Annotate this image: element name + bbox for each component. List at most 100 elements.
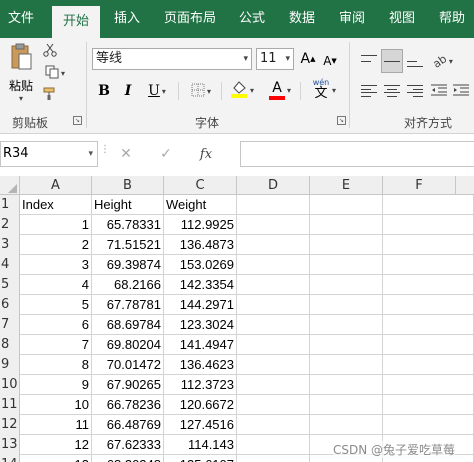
cell-a9[interactable]: 8	[20, 355, 92, 375]
cell-b13[interactable]: 67.62333	[92, 435, 164, 455]
cell-b11[interactable]: 66.78236	[92, 395, 164, 415]
cell-d6[interactable]	[237, 295, 310, 315]
enter-icon[interactable]: ✓	[146, 146, 186, 162]
cell-c6[interactable]: 144.2971	[164, 295, 237, 315]
name-box[interactable]: R34 ▾	[0, 141, 98, 167]
align-top-button[interactable]	[358, 50, 380, 72]
decrease-font-size-button[interactable]: A ▼	[320, 50, 340, 72]
font-color-button[interactable]: A ▾	[263, 78, 297, 102]
cell-b2[interactable]: 65.78331	[92, 215, 164, 235]
cell-a12[interactable]: 11	[20, 415, 92, 435]
cell-a14[interactable]: 13	[20, 455, 92, 462]
cell-e6[interactable]	[310, 295, 383, 315]
cell-a3[interactable]: 2	[20, 235, 92, 255]
clipboard-launcher-icon[interactable]: ↘	[73, 116, 82, 125]
cell-e4[interactable]	[310, 255, 383, 275]
cancel-icon[interactable]: ✕	[106, 146, 146, 162]
cell-d1[interactable]	[237, 195, 310, 215]
row-header[interactable]: 13	[0, 435, 20, 455]
cell-f2[interactable]	[383, 215, 474, 235]
cell-f6[interactable]	[383, 295, 474, 315]
cell-c7[interactable]: 123.3024	[164, 315, 237, 335]
insert-function-button[interactable]: fx	[186, 147, 226, 162]
cell-b12[interactable]: 66.48769	[92, 415, 164, 435]
cell-e11[interactable]	[310, 395, 383, 415]
cell-a8[interactable]: 7	[20, 335, 92, 355]
cell-c5[interactable]: 142.3354	[164, 275, 237, 295]
cell-d13[interactable]	[237, 435, 310, 455]
cell-a5[interactable]: 4	[20, 275, 92, 295]
cell-f9[interactable]	[383, 355, 474, 375]
tab-home[interactable]: 开始	[52, 6, 100, 38]
tab-data[interactable]: 数据	[281, 0, 323, 38]
italic-button[interactable]: I	[118, 80, 138, 102]
cell-b9[interactable]: 70.01472	[92, 355, 164, 375]
row-header[interactable]: 8	[0, 335, 20, 355]
cell-e2[interactable]	[310, 215, 383, 235]
cell-a1[interactable]: Index	[20, 195, 92, 215]
row-header[interactable]: 5	[0, 275, 20, 295]
cell-c8[interactable]: 141.4947	[164, 335, 237, 355]
cell-e5[interactable]	[310, 275, 383, 295]
cell-f8[interactable]	[383, 335, 474, 355]
row-header[interactable]: 14	[0, 455, 20, 462]
underline-button[interactable]: U ▾	[140, 80, 174, 102]
cell-d14[interactable]	[237, 455, 310, 462]
cell-e7[interactable]	[310, 315, 383, 335]
font-name-dropdown[interactable]: 等线 ▾	[92, 48, 252, 70]
font-size-dropdown[interactable]: 11 ▾	[256, 48, 294, 70]
column-header-d[interactable]: D	[237, 176, 310, 195]
cell-f1[interactable]	[383, 195, 474, 215]
increase-indent-button[interactable]	[450, 80, 472, 102]
cell-b5[interactable]: 68.2166	[92, 275, 164, 295]
cell-d12[interactable]	[237, 415, 310, 435]
cell-d4[interactable]	[237, 255, 310, 275]
align-bottom-button[interactable]	[404, 50, 426, 72]
cell-d7[interactable]	[237, 315, 310, 335]
paste-button[interactable]: 粘贴 ▾	[4, 42, 38, 103]
worksheet-grid[interactable]: A B C D E F 1 Index Height Weight 2 1 65.78331…	[0, 176, 474, 462]
row-header[interactable]: 4	[0, 255, 20, 275]
cell-e1[interactable]	[310, 195, 383, 215]
column-header-a[interactable]: A	[20, 176, 92, 195]
cell-f11[interactable]	[383, 395, 474, 415]
bold-button[interactable]: B	[94, 80, 114, 102]
cell-d10[interactable]	[237, 375, 310, 395]
cell-f12[interactable]	[383, 415, 474, 435]
cell-d9[interactable]	[237, 355, 310, 375]
cell-f10[interactable]	[383, 375, 474, 395]
formula-input[interactable]	[240, 141, 474, 167]
cell-a7[interactable]: 6	[20, 315, 92, 335]
row-header[interactable]: 11	[0, 395, 20, 415]
cell-b7[interactable]: 68.69784	[92, 315, 164, 335]
select-all-button[interactable]	[0, 176, 20, 195]
cell-c11[interactable]: 120.6672	[164, 395, 237, 415]
cell-c14[interactable]: 125.6107	[164, 455, 237, 462]
cell-e10[interactable]	[310, 375, 383, 395]
cut-button[interactable]	[40, 42, 60, 60]
tab-view[interactable]: 视图	[381, 0, 423, 38]
cell-b3[interactable]: 71.51521	[92, 235, 164, 255]
cell-e12[interactable]	[310, 415, 383, 435]
cell-b4[interactable]: 69.39874	[92, 255, 164, 275]
column-header-f[interactable]: F	[383, 176, 456, 195]
row-header[interactable]: 7	[0, 315, 20, 335]
format-painter-button[interactable]	[40, 86, 60, 104]
borders-button[interactable]: ▾	[184, 80, 218, 102]
cell-c4[interactable]: 153.0269	[164, 255, 237, 275]
tab-page-layout[interactable]: 页面布局	[158, 0, 222, 38]
formula-bar-grip-icon[interactable]: ⋮	[100, 145, 110, 160]
align-center-button[interactable]	[381, 80, 403, 102]
phonetic-guide-button[interactable]: wén 文 ▾	[304, 78, 338, 102]
row-header[interactable]: 6	[0, 295, 20, 315]
cell-b10[interactable]: 67.90265	[92, 375, 164, 395]
cell-f7[interactable]	[383, 315, 474, 335]
cell-a4[interactable]: 3	[20, 255, 92, 275]
fill-color-button[interactable]: ▾	[225, 78, 259, 102]
cell-c2[interactable]: 112.9925	[164, 215, 237, 235]
column-header-b[interactable]: B	[92, 176, 164, 195]
cell-b14[interactable]: 68.30248	[92, 455, 164, 462]
cell-c1[interactable]: Weight	[164, 195, 237, 215]
orientation-button[interactable]: ab ▾	[428, 50, 458, 72]
align-left-button[interactable]	[358, 80, 380, 102]
